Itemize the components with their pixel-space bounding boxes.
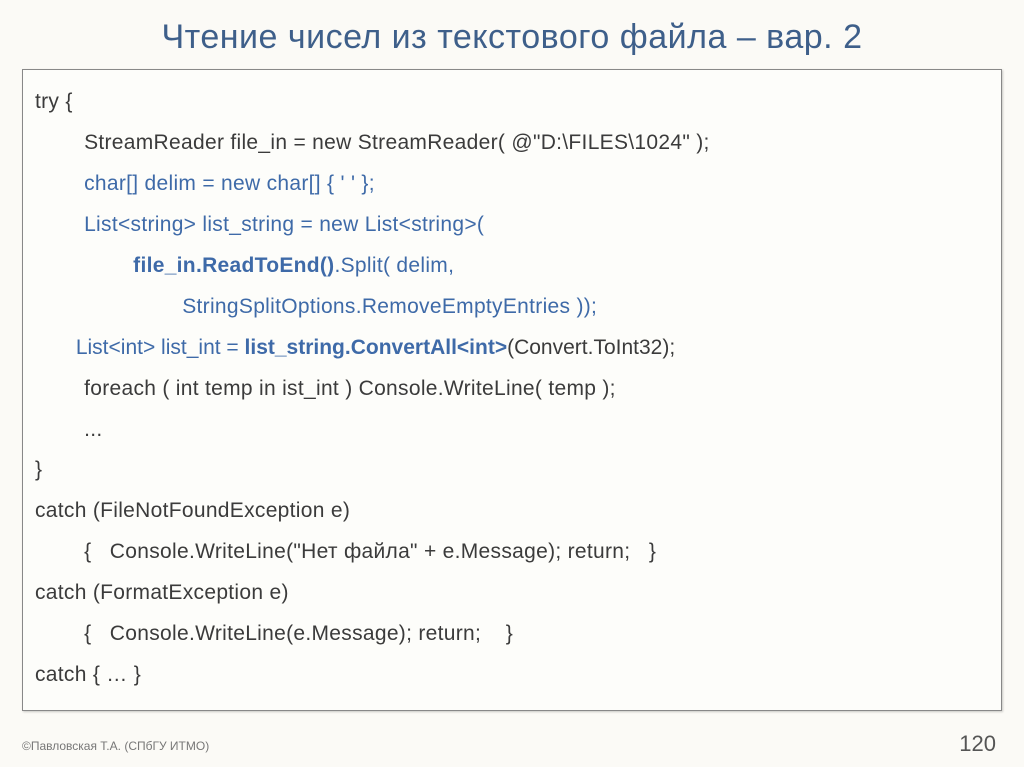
page-number: 120	[959, 731, 996, 757]
code-line: { Console.WriteLine(e.Message); return; …	[35, 614, 989, 655]
code-line: file_in.ReadToEnd().Split( delim,	[35, 246, 989, 287]
slide-title: Чтение чисел из текстового файла – вар. …	[0, 0, 1024, 69]
code-text: (Convert.ToInt32);	[507, 336, 675, 359]
code-line: StreamReader file_in = new StreamReader(…	[35, 123, 989, 164]
footer-copyright: ©Павловская Т.А. (СПбГУ ИТМО)	[22, 739, 209, 753]
code-bold: file_in.ReadToEnd()	[133, 254, 334, 277]
code-line: try {	[35, 82, 989, 123]
code-block: try { StreamReader file_in = new StreamR…	[22, 69, 1002, 711]
code-line: { Console.WriteLine("Нет файла" + e.Mess…	[35, 532, 989, 573]
code-line: catch (FormatException e)	[35, 573, 989, 614]
code-line: ...	[35, 410, 989, 451]
code-line: char[] delim = new char[] { ' ' };	[35, 164, 989, 205]
code-line: }	[35, 450, 989, 491]
code-line: catch (FileNotFoundException e)	[35, 491, 989, 532]
code-line: List<int> list_int = list_string.Convert…	[35, 328, 989, 369]
code-line: List<string> list_string = new List<stri…	[35, 205, 989, 246]
code-line: StringSplitOptions.RemoveEmptyEntries ))…	[35, 287, 989, 328]
code-text: List<int> list_int =	[35, 336, 245, 359]
code-text: .Split( delim,	[334, 254, 454, 277]
code-bold: list_string.ConvertAll<int>	[245, 336, 508, 359]
indent	[35, 254, 133, 277]
code-line: catch { … }	[35, 655, 989, 696]
slide: Чтение чисел из текстового файла – вар. …	[0, 0, 1024, 767]
code-line: foreach ( int temp in ist_int ) Console.…	[35, 369, 989, 410]
